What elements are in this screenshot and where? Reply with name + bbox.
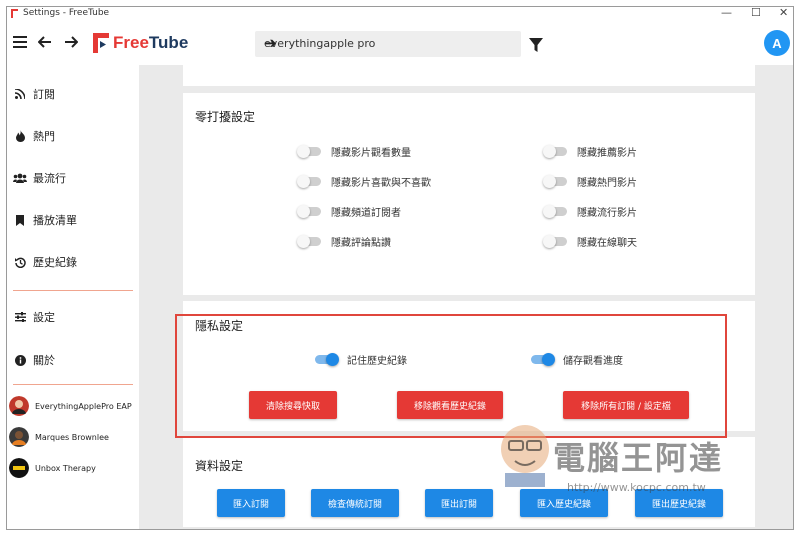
sidebar-item-settings[interactable]: 設定 [13, 308, 55, 326]
title-bar: Settings - FreeTube — ☐ ✕ [7, 7, 793, 21]
back-arrow-icon[interactable] [34, 31, 56, 53]
sidebar-item-about[interactable]: 關於 [13, 351, 55, 369]
forward-arrow-icon[interactable] [60, 31, 82, 53]
filter-icon[interactable] [529, 37, 543, 56]
sidebar-item-label: 關於 [33, 354, 55, 367]
sidebar-item-label: 最流行 [33, 172, 66, 185]
switch[interactable] [297, 204, 321, 218]
close-button[interactable]: ✕ [779, 7, 788, 19]
sidebar-item-subscriptions[interactable]: 訂閱 [13, 85, 55, 103]
distraction-free-settings-card: 零打擾設定 隱藏影片觀看數量 隱藏影片喜歡與不喜歡 隱藏頻道訂閱者 隱藏評論點讚… [183, 93, 755, 295]
top-nav: FreeTube everythingapple pro ➔ A [7, 21, 793, 65]
logo-text-tube: Tube [148, 33, 189, 52]
subscription-item[interactable]: EverythingApplePro EAP [9, 395, 132, 417]
freetube-small-icon [11, 9, 18, 18]
toggle-label: 隱藏評論點讚 [331, 237, 391, 249]
window-title: Settings - FreeTube [23, 8, 110, 18]
subscription-name: Marques Brownlee [35, 432, 109, 442]
toggle-hide-ratings[interactable]: 隱藏影片喜歡與不喜歡 [297, 173, 431, 189]
toggle-hide-popular[interactable]: 隱藏流行影片 [543, 203, 637, 219]
subscription-name: EverythingApplePro EAP [35, 401, 132, 411]
toggle-hide-live-chat[interactable]: 隱藏在線聊天 [543, 233, 637, 249]
subscription-item[interactable]: Marques Brownlee [9, 426, 109, 448]
sidebar-item-trending[interactable]: 熱門 [13, 127, 55, 145]
export-subscriptions-button[interactable]: 匯出訂閱 [425, 489, 493, 517]
sidebar-item-history[interactable]: 歷史紀錄 [13, 253, 77, 271]
sidebar-item-label: 熱門 [33, 130, 55, 143]
toggle-label: 隱藏影片觀看數量 [331, 147, 411, 159]
channel-avatar-eap [9, 396, 29, 416]
toggle-label: 隱藏影片喜歡與不喜歡 [331, 177, 431, 189]
history-icon [13, 257, 27, 268]
search-go-icon[interactable]: ➔ [264, 34, 518, 52]
sidebar: 訂閱 熱門 最流行 播放清單 歷史紀錄 設定 關於 EverythingAppl… [7, 65, 139, 529]
switch[interactable] [297, 144, 321, 158]
switch[interactable] [297, 234, 321, 248]
freetube-logo-icon [93, 33, 109, 53]
channel-avatar-unbox [9, 458, 29, 478]
app-window: Settings - FreeTube — ☐ ✕ FreeTube every… [6, 6, 794, 530]
menu-icon[interactable] [9, 31, 31, 53]
card-title: 資料設定 [195, 459, 244, 473]
sidebar-item-playlists[interactable]: 播放清單 [13, 211, 77, 229]
previous-settings-card [183, 65, 755, 86]
switch[interactable] [543, 234, 567, 248]
watermark-text: 電腦王阿達 [553, 439, 724, 477]
toggle-hide-comment-likes[interactable]: 隱藏評論點讚 [297, 233, 391, 249]
toggle-hide-trending[interactable]: 隱藏熱門影片 [543, 173, 637, 189]
watermark-url: http://www.kocpc.com.tw [567, 481, 706, 494]
switch[interactable] [543, 204, 567, 218]
toggle-hide-view-count[interactable]: 隱藏影片觀看數量 [297, 143, 411, 159]
sidebar-item-label: 設定 [33, 311, 55, 324]
minimize-button[interactable]: — [721, 7, 732, 19]
toggle-label: 隱藏推薦影片 [577, 147, 637, 159]
subscription-item[interactable]: Unbox Therapy [9, 457, 96, 479]
switch[interactable] [543, 144, 567, 158]
sidebar-item-label: 訂閱 [33, 88, 55, 101]
toggle-label: 隱藏流行影片 [577, 207, 637, 219]
toggle-label: 隱藏頻道訂閱者 [331, 207, 401, 219]
rss-icon [13, 89, 27, 99]
sidebar-divider [13, 384, 133, 385]
check-legacy-subscriptions-button[interactable]: 檢查傳統訂閱 [311, 489, 399, 517]
search-input[interactable]: everythingapple pro ➔ [255, 31, 521, 57]
maximize-button[interactable]: ☐ [751, 7, 761, 19]
users-icon [13, 173, 27, 183]
sliders-icon [13, 312, 27, 322]
subscription-name: Unbox Therapy [35, 463, 96, 473]
flame-icon [13, 130, 27, 142]
toggle-hide-subscriber-count[interactable]: 隱藏頻道訂閱者 [297, 203, 401, 219]
switch[interactable] [543, 174, 567, 188]
import-subscriptions-button[interactable]: 匯入訂閱 [217, 489, 285, 517]
toggle-hide-recommended[interactable]: 隱藏推薦影片 [543, 143, 637, 159]
toggle-label: 隱藏熱門影片 [577, 177, 637, 189]
logo-text-free: Free [113, 33, 149, 52]
bookmark-icon [13, 214, 27, 226]
sidebar-item-popular[interactable]: 最流行 [13, 169, 66, 187]
sidebar-divider [13, 290, 133, 291]
channel-avatar-mkbhd [9, 427, 29, 447]
sidebar-item-label: 歷史紀錄 [33, 256, 77, 269]
profile-avatar-button[interactable]: A [764, 30, 790, 56]
privacy-highlight-box [175, 314, 727, 438]
switch[interactable] [297, 174, 321, 188]
freetube-logo[interactable]: FreeTube [93, 32, 188, 54]
card-title: 零打擾設定 [195, 110, 256, 124]
sidebar-item-label: 播放清單 [33, 214, 77, 227]
toggle-label: 隱藏在線聊天 [577, 237, 637, 249]
info-icon [13, 354, 27, 366]
